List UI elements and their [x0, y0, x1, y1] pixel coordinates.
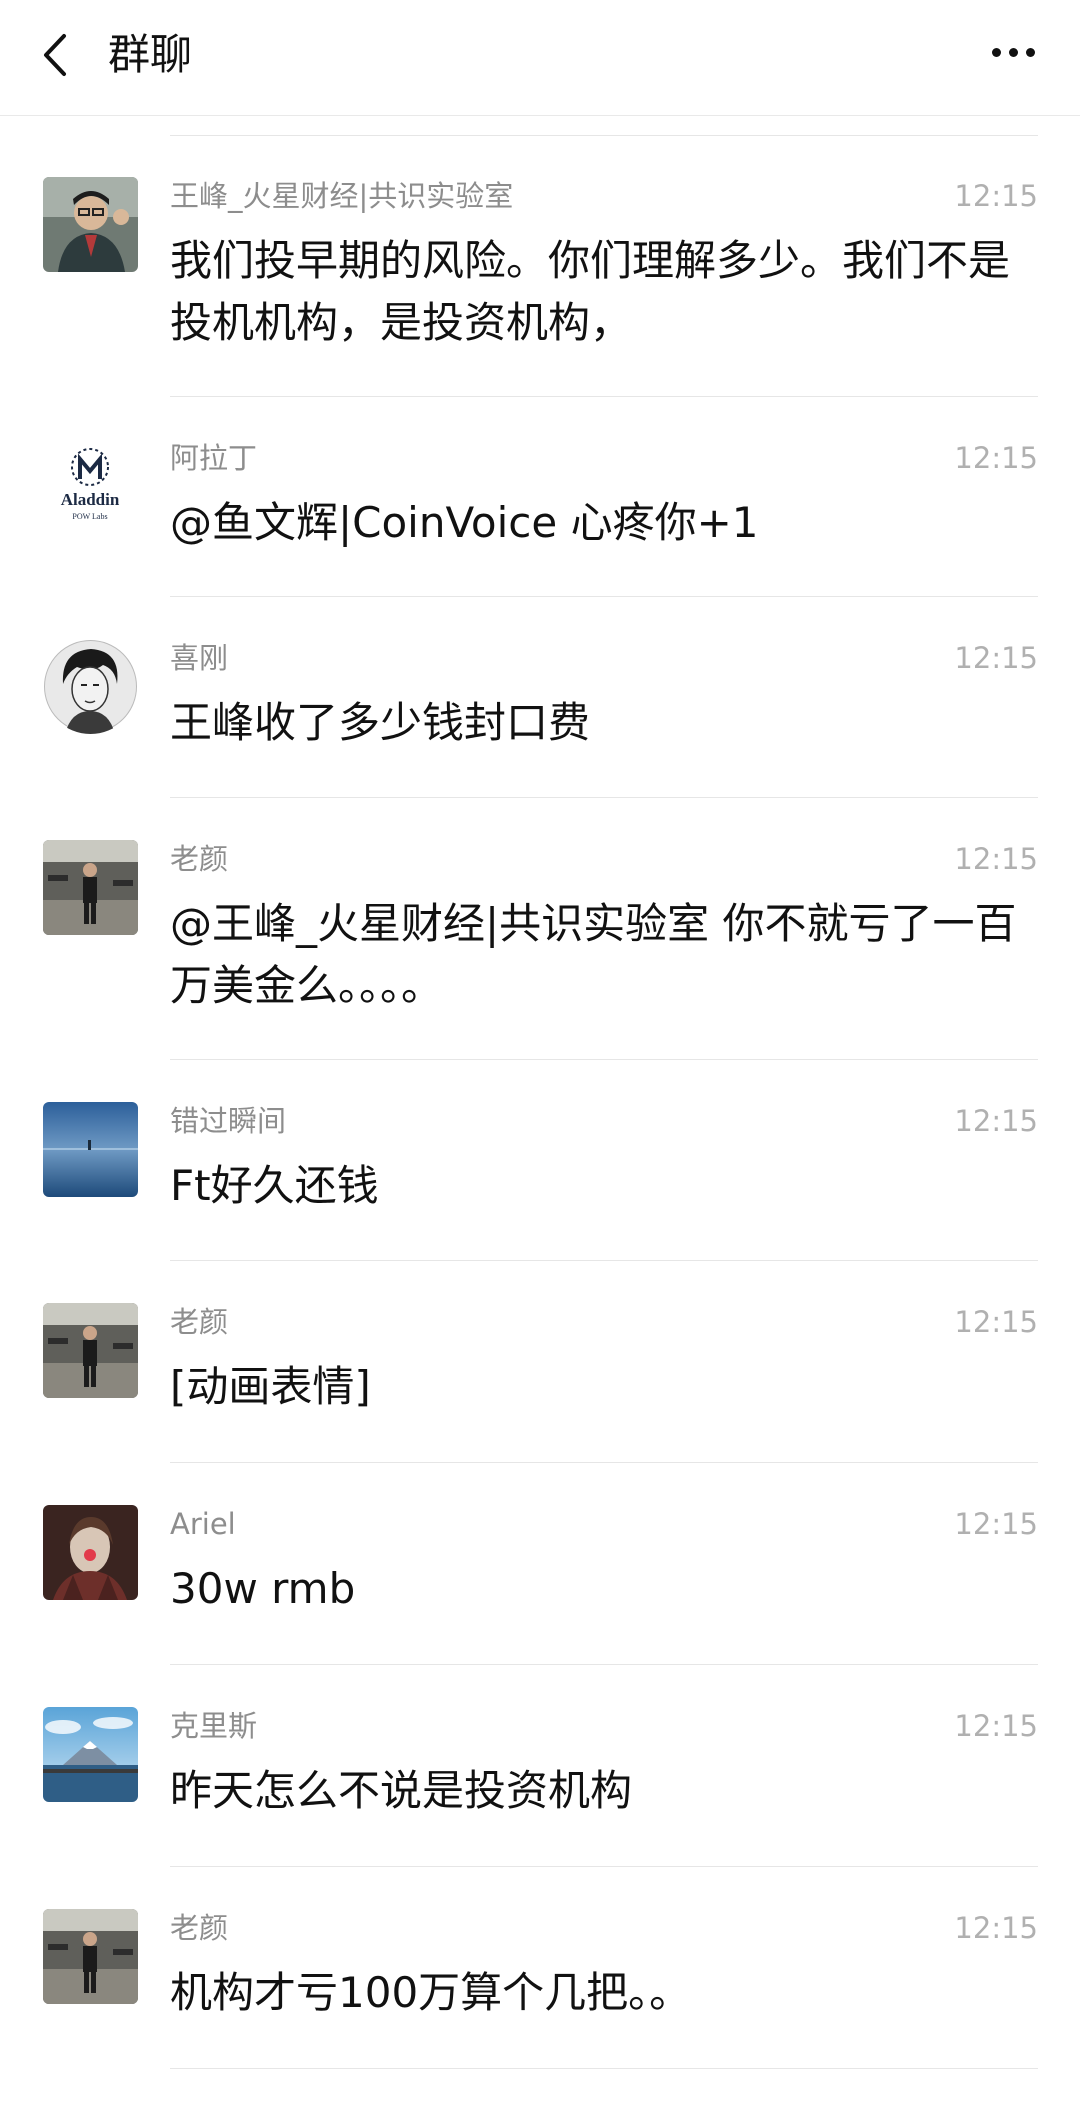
more-dots-icon[interactable] [988, 40, 1042, 66]
aladdin-logo-subtext: POW Labs [72, 512, 107, 521]
message-text[interactable]: 昨天怎么不说是投资机构 [170, 1760, 1038, 1822]
message-item[interactable]: 喜刚 12:15 王峰收了多少钱封口费 [0, 597, 1080, 798]
sender-name: 老颜 [170, 1911, 229, 1945]
message-time: 12:15 [954, 441, 1038, 475]
message-item[interactable]: 克里斯 12:15 昨天怎么不说是投资机构 [0, 1665, 1080, 1867]
sender-name: Ariel [170, 1507, 236, 1541]
message-text[interactable]: 机构才亏100万算个几把。。 [170, 1962, 1038, 2024]
message-list[interactable]: 王峰_火星财经|共识实验室 12:15 我们投早期的风险。你们理解多少。我们不是… [0, 115, 1080, 2107]
message-text[interactable]: 30w rmb [170, 1558, 1038, 1620]
message-time: 12:15 [954, 1709, 1038, 1743]
sender-name: 阿拉丁 [170, 441, 258, 475]
message-text[interactable]: [动画表情] [170, 1356, 1038, 1418]
message-item[interactable]: 老颜 12:15 机构才亏100万算个几把。。 [0, 1867, 1080, 2069]
avatar[interactable] [43, 1303, 138, 1398]
top-bar: 群聊 [0, 0, 1080, 116]
message-time: 12:15 [954, 842, 1038, 876]
message-text[interactable]: Ft好久还钱 [170, 1155, 1038, 1217]
avatar[interactable] [43, 1102, 138, 1197]
avatar[interactable]: Aladdin POW Labs [43, 439, 138, 534]
back-chevron-icon[interactable] [38, 30, 78, 80]
avatar[interactable] [43, 840, 138, 935]
message-time: 12:15 [954, 179, 1038, 213]
avatar[interactable] [43, 1707, 138, 1802]
message-item[interactable]: 王峰_火星财经|共识实验室 12:15 我们投早期的风险。你们理解多少。我们不是… [0, 135, 1080, 397]
sender-name: 错过瞬间 [170, 1104, 287, 1138]
message-time: 12:15 [954, 641, 1038, 675]
sender-name: 喜刚 [170, 641, 229, 675]
avatar[interactable] [43, 1909, 138, 2004]
sender-name: 克里斯 [170, 1709, 258, 1743]
message-text[interactable]: 王峰收了多少钱封口费 [170, 692, 1038, 754]
sender-name: 王峰_火星财经|共识实验室 [170, 179, 514, 213]
avatar[interactable] [43, 639, 138, 734]
message-text[interactable]: @鱼文辉|CoinVoice 心疼你+1 [170, 492, 1038, 554]
message-time: 12:15 [954, 1104, 1038, 1138]
sender-name: 老颜 [170, 842, 229, 876]
message-item[interactable]: 错过瞬间 12:15 Ft好久还钱 [0, 1060, 1080, 1261]
aladdin-logo-text: Aladdin [61, 490, 120, 509]
message-item[interactable]: Aladdin POW Labs 阿拉丁 12:15 @鱼文辉|CoinVoic… [0, 397, 1080, 597]
message-text[interactable]: @王峰_火星财经|共识实验室 你不就亏了一百万美金么。。。。 [170, 893, 1038, 1017]
message-item[interactable]: 老颜 12:15 [动画表情] [0, 1261, 1080, 1463]
chat-title: 群聊 [108, 30, 193, 79]
sender-name: 老颜 [170, 1305, 229, 1339]
message-time: 12:15 [954, 1911, 1038, 1945]
message-time: 12:15 [954, 1305, 1038, 1339]
message-text[interactable]: 我们投早期的风险。你们理解多少。我们不是投机机构，是投资机构， [170, 230, 1038, 354]
message-item[interactable]: Ariel 12:15 30w rmb [0, 1463, 1080, 1665]
divider [170, 2068, 1038, 2069]
avatar[interactable] [43, 1505, 138, 1600]
message-item[interactable]: 老颜 12:15 @王峰_火星财经|共识实验室 你不就亏了一百万美金么。。。。 [0, 798, 1080, 1060]
message-time: 12:15 [954, 1507, 1038, 1541]
avatar[interactable] [43, 177, 138, 272]
